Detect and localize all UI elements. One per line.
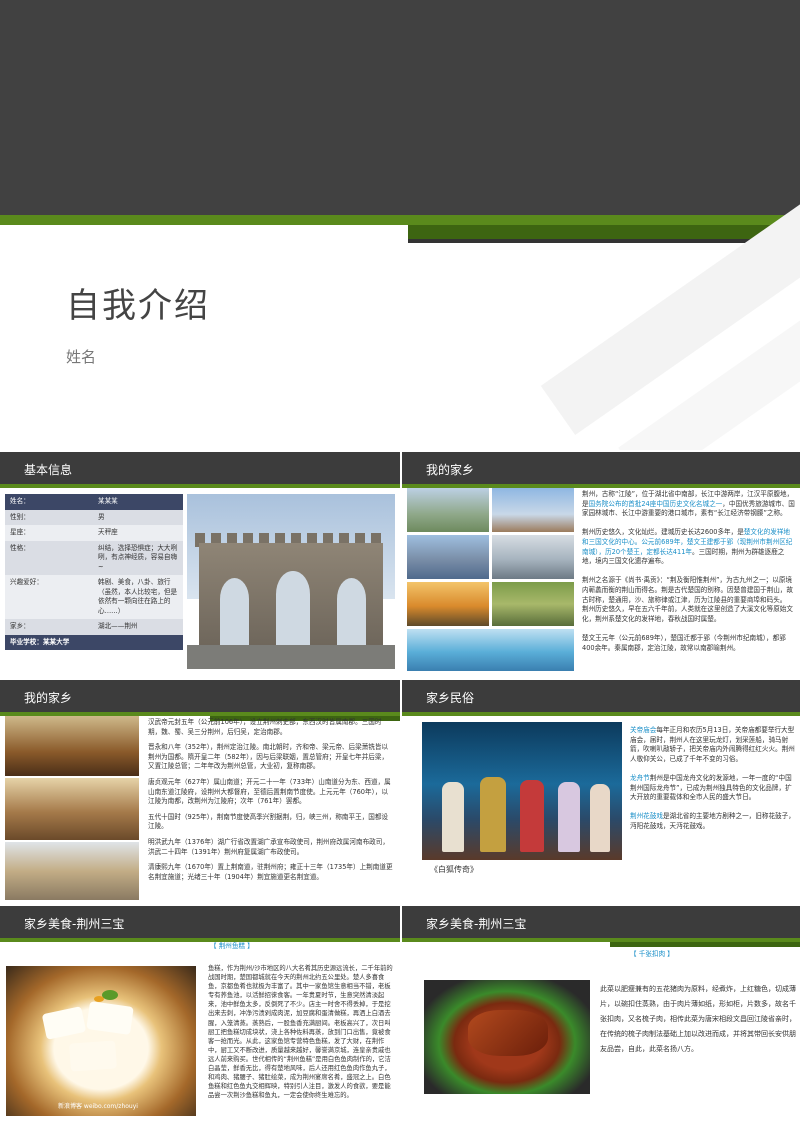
info-value: 湖北——荆州 [93, 619, 183, 635]
folk-text: 关帝庙会每年正月和农历5月13日，关帝庙都要举行大型庙会，届时，荆州人在这里玩龙… [630, 726, 795, 830]
city-gate-photo [187, 494, 395, 669]
museum-photo [5, 842, 139, 900]
info-value: 某某某 [93, 494, 183, 510]
slide-title: 家乡美食-荆州三宝 [24, 917, 125, 931]
river-bridge-photo [407, 629, 574, 671]
slide-food-2: 家乡美食-荆州三宝 【 千张扣肉 】 此菜以肥瘦兼有的五花猪肉为原料，经煮炸，上… [400, 906, 800, 1130]
opera-caption: 《白狐传奇》 [430, 865, 478, 874]
info-key: 星座： [5, 525, 93, 541]
city-photo [407, 488, 489, 532]
braised-pork-text: 此菜以肥瘦兼有的五花猪肉为原料，经煮炸，上红糖色，切成薄片，以碗扣住蒸熟，由于肉… [600, 985, 796, 1053]
info-key: 兴趣爱好： [5, 575, 93, 619]
title-dark-band [0, 0, 800, 215]
header-green-stripe [0, 938, 400, 942]
info-key: 性别： [5, 509, 93, 525]
city-photo [492, 488, 574, 532]
info-key: 家乡： [5, 619, 93, 635]
page-subtitle: 姓名 [66, 348, 97, 366]
slide-header: 基本信息 [0, 452, 400, 484]
hometown-intro-text: 荆州，古称“江陵”，位于湖北省中南部，长江中游两岸，江汉平原腹地，是国务院公布的… [582, 490, 795, 652]
slide-food-1: 家乡美食-荆州三宝 【 荆州鱼糕 】 新浪博客 weibo.com/zhouyi… [0, 906, 400, 1130]
opera-photo [422, 722, 622, 860]
slide-title: 我的家乡 [426, 463, 475, 477]
table-row: 星座： 天秤座 [5, 525, 183, 541]
history-text: 汉武帝元封五年（公元前106年），设立荆州刺史部，东西汉时皆属南郡。三国时期，魏… [148, 718, 393, 881]
slide-header: 我的家乡 [402, 452, 800, 484]
photo-watermark: 新浪博客 weibo.com/zhouyi [58, 1103, 138, 1110]
title-slide: 自我介绍 姓名 [0, 0, 800, 450]
table-row: 性格： 纠结，选择恐惧症；大大咧咧，有点神经质，容易自嗨~ [5, 540, 183, 575]
tower-photo [5, 716, 139, 776]
slide-title: 我的家乡 [24, 691, 73, 705]
slide-header: 家乡民俗 [402, 680, 800, 712]
header-dark-green-stripe [610, 942, 800, 947]
bridge-photo [492, 535, 574, 579]
table-row: 家乡： 湖北——荆州 [5, 619, 183, 635]
slide-title: 家乡民俗 [426, 691, 475, 705]
title-dark-green-stripe [408, 225, 800, 239]
header-green-stripe [0, 484, 400, 488]
basic-info-table: 姓名： 某某某 性别： 男 星座： 天秤座 性格： 纠结，选择恐惧症；大大咧咧，… [5, 494, 183, 650]
header-green-stripe [402, 712, 800, 716]
slide-title: 基本信息 [24, 463, 73, 477]
info-key: 姓名： [5, 494, 93, 510]
table-row: 毕业学校：某某大学 [5, 634, 183, 650]
title-accent-line [408, 239, 800, 243]
city-photo [407, 535, 489, 579]
fish-cake-text: 鱼糕，作为荆州/沙市地区的八大名肴其历史源远流长，二千年前的战国时期，楚国都城就… [208, 965, 393, 1100]
info-value: 男 [93, 509, 183, 525]
interchange-photo [492, 582, 574, 626]
slide-title: 家乡美食-荆州三宝 [426, 917, 527, 931]
braised-pork-photo [424, 980, 590, 1094]
slide-folk-customs: 家乡民俗 《白狐传奇》 关帝庙会每年正月和农历5月13日，关帝庙都要举行大型庙会… [400, 680, 800, 906]
slide-hometown-2: 我的家乡 汉武帝元封五年（公元前106年），设立荆州刺史部，东西汉时皆属南郡。三… [0, 680, 400, 906]
slide-header: 家乡美食-荆州三宝 [0, 906, 400, 938]
table-row: 性别： 男 [5, 509, 183, 525]
dish-title: 【 千张扣肉 】 [630, 950, 674, 958]
info-value: 韩剧、美食，八卦、旅行（虽然，本人比较宅，但是依然有一颗向往在路上的心……） [93, 575, 183, 619]
title-green-stripe [0, 215, 800, 225]
slide-header: 家乡美食-荆州三宝 [402, 906, 800, 938]
school-label: 毕业学校：某某大学 [5, 634, 183, 650]
page-title: 自我介绍 [66, 286, 210, 326]
slide-header: 我的家乡 [0, 680, 400, 712]
city-wall-photo [5, 778, 139, 840]
info-key: 性格： [5, 540, 93, 575]
info-value: 天秤座 [93, 525, 183, 541]
dish-title: 【 荆州鱼糕 】 [210, 942, 254, 950]
table-row: 姓名： 某某某 [5, 494, 183, 510]
slide-hometown-1: 我的家乡 荆州，古称“江陵”，位于湖北省中南部，长江中游两岸，江汉平原腹地，是国… [400, 452, 800, 678]
fish-cake-photo: 新浪博客 weibo.com/zhouyi [6, 966, 196, 1116]
sunset-photo [407, 582, 489, 626]
info-value: 纠结，选择恐惧症；大大咧咧，有点神经质，容易自嗨~ [93, 540, 183, 575]
table-row: 兴趣爱好： 韩剧、美食，八卦、旅行（虽然，本人比较宅，但是依然有一颗向往在路上的… [5, 575, 183, 619]
